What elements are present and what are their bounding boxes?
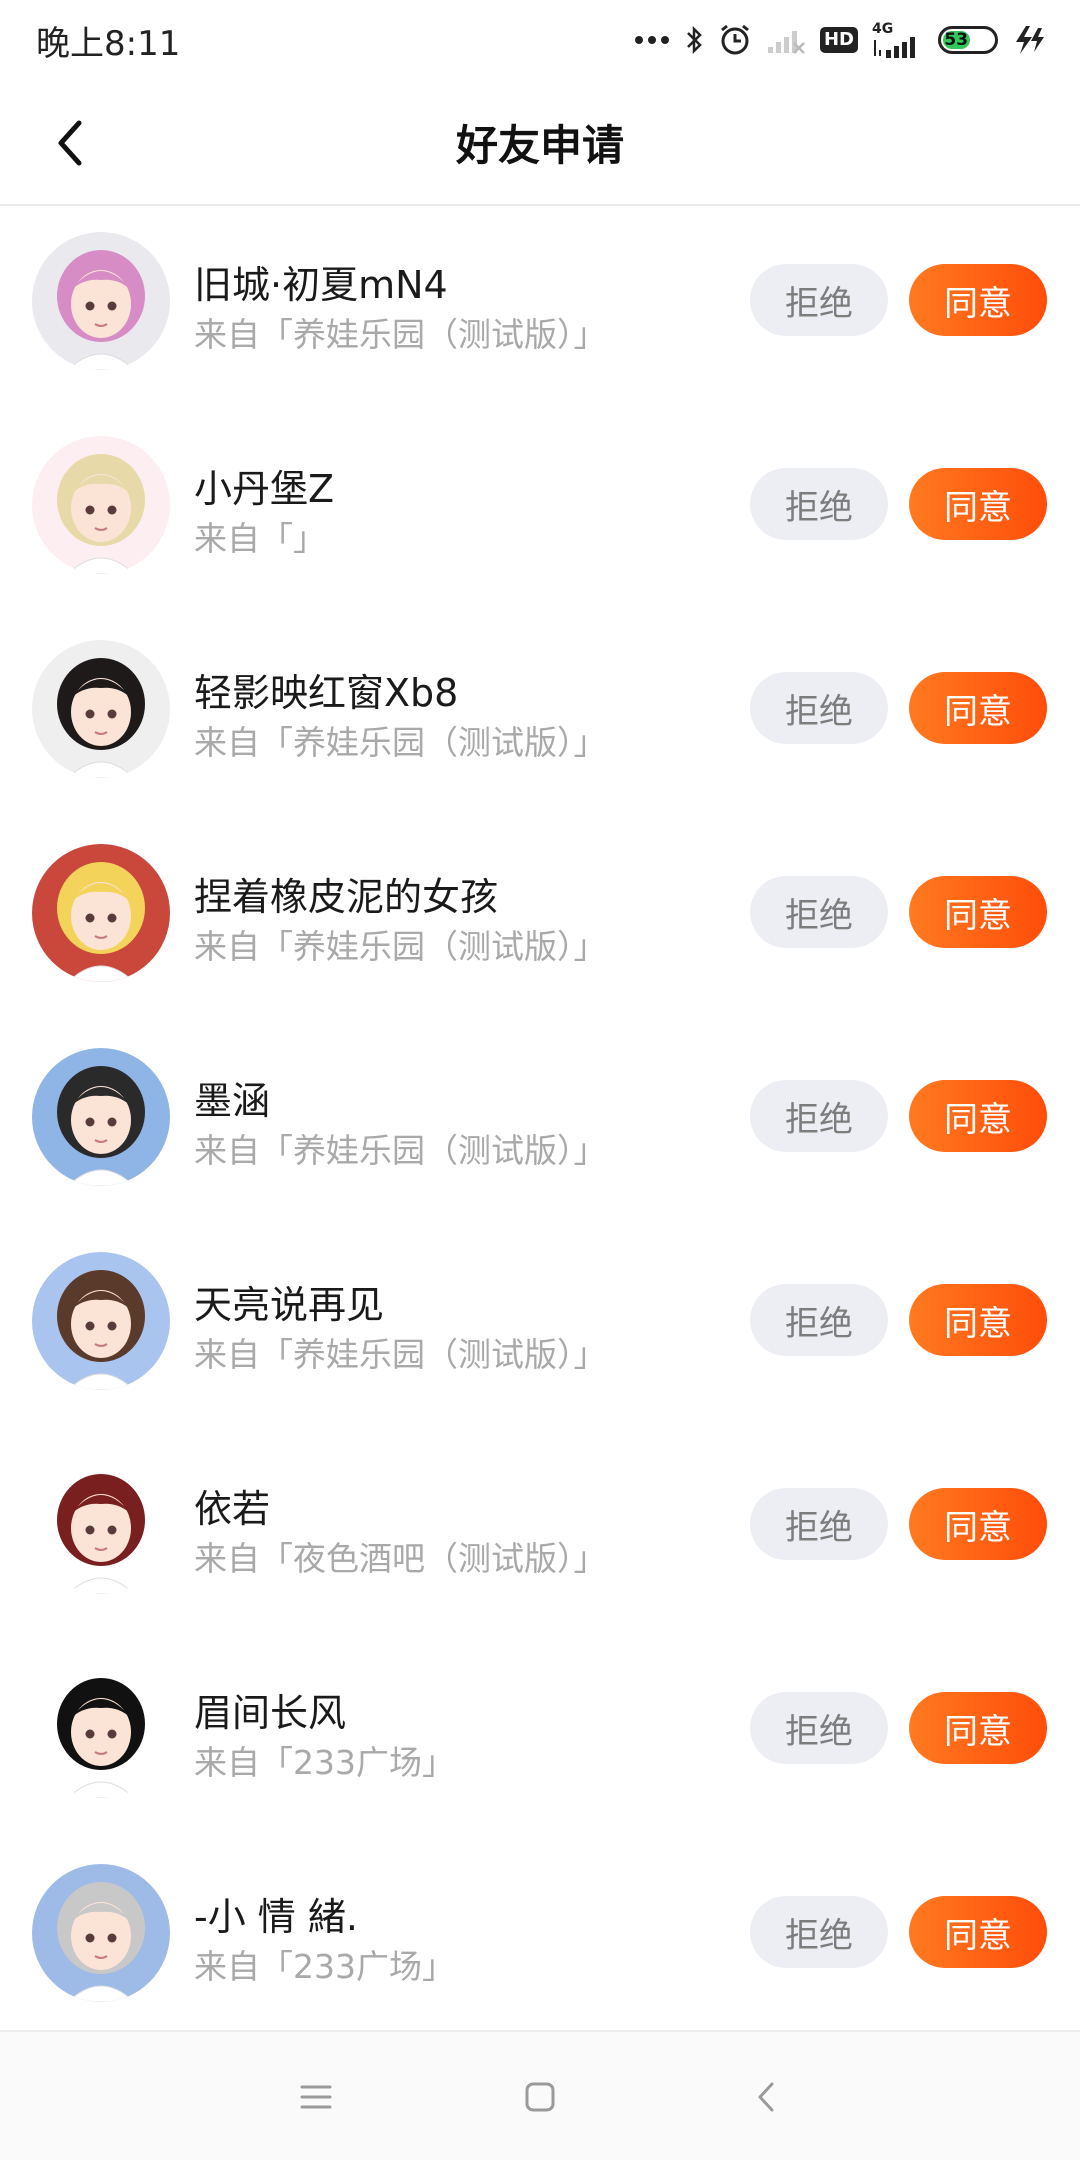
back-button[interactable]	[40, 110, 100, 176]
request-source: 来自「」	[194, 519, 326, 558]
requester-name: 小丹堡Z	[194, 467, 335, 511]
no-signal-icon	[766, 25, 806, 55]
system-back-button[interactable]	[736, 2067, 796, 2127]
accept-button[interactable]: 同意	[909, 468, 1047, 540]
charging-icon	[1012, 24, 1046, 56]
battery-icon: 53	[938, 26, 998, 54]
requester-name: -小 情 緒.	[194, 1895, 358, 1939]
accept-button[interactable]: 同意	[909, 1896, 1047, 1968]
accept-button[interactable]: 同意	[909, 1080, 1047, 1152]
requester-name: 眉间长风	[194, 1691, 347, 1735]
friend-request-row: 捏着橡皮泥的女孩 来自「养娃乐园（测试版）」 拒绝 同意	[0, 818, 1080, 1022]
avatar[interactable]	[32, 1864, 170, 2002]
reject-button[interactable]: 拒绝	[750, 264, 888, 336]
request-source: 来自「养娃乐园（测试版）」	[194, 1131, 607, 1170]
reject-button[interactable]: 拒绝	[750, 1080, 888, 1152]
4g-signal-icon: 4G	[872, 22, 924, 58]
avatar[interactable]	[32, 436, 170, 574]
back-chevron-icon	[58, 120, 82, 166]
recent-apps-button[interactable]	[286, 2067, 346, 2127]
friend-request-row: 墨涵 来自「养娃乐园（测试版）」 拒绝 同意	[0, 1022, 1080, 1226]
avatar[interactable]	[32, 1048, 170, 1186]
request-source: 来自「233广场」	[194, 1947, 455, 1986]
nav-back-icon	[758, 2082, 774, 2112]
reject-button[interactable]: 拒绝	[750, 1488, 888, 1560]
friend-request-row: 天亮说再见 来自「养娃乐园（测试版）」 拒绝 同意	[0, 1226, 1080, 1430]
request-source: 来自「养娃乐园（测试版）」	[194, 927, 607, 966]
friend-request-row: 眉间长风 来自「233广场」 拒绝 同意	[0, 1634, 1080, 1838]
accept-button[interactable]: 同意	[909, 672, 1047, 744]
home-square-icon	[525, 2082, 555, 2112]
avatar[interactable]	[32, 232, 170, 370]
status-time: 晚上8:11	[36, 23, 181, 64]
network-type: 4G	[872, 21, 894, 37]
avatar[interactable]	[32, 1456, 170, 1594]
request-source: 来自「养娃乐园（测试版）」	[194, 315, 607, 354]
battery-level: 53	[943, 30, 970, 50]
reject-button[interactable]: 拒绝	[750, 1896, 888, 1968]
requester-name: 墨涵	[194, 1079, 271, 1123]
requester-name: 轻影映红窗Xb8	[194, 671, 459, 715]
menu-icon	[300, 2085, 332, 2109]
requester-name: 天亮说再见	[194, 1283, 385, 1327]
accept-button[interactable]: 同意	[909, 876, 1047, 948]
friend-request-row: 小丹堡Z 来自「」 拒绝 同意	[0, 410, 1080, 614]
avatar[interactable]	[32, 1660, 170, 1798]
requester-name: 旧城·初夏mN4	[194, 263, 448, 307]
home-button[interactable]	[510, 2067, 570, 2127]
friend-request-row: 依若 来自「夜色酒吧（测试版）」 拒绝 同意	[0, 1430, 1080, 1634]
friend-request-row: -小 情 緒. 来自「233广场」 拒绝 同意	[0, 1838, 1080, 2042]
friend-request-list: 旧城·初夏mN4 来自「养娃乐园（测试版）」 拒绝 同意 小丹堡Z 来自「」 拒…	[0, 206, 1080, 2042]
hd-icon: HD	[819, 27, 858, 53]
accept-button[interactable]: 同意	[909, 1488, 1047, 1560]
reject-button[interactable]: 拒绝	[750, 1284, 888, 1356]
friend-request-row: 轻影映红窗Xb8 来自「养娃乐园（测试版）」 拒绝 同意	[0, 614, 1080, 818]
reject-button[interactable]: 拒绝	[750, 468, 888, 540]
requester-name: 依若	[194, 1487, 271, 1531]
friend-request-row: 旧城·初夏mN4 来自「养娃乐园（测试版）」 拒绝 同意	[0, 206, 1080, 410]
accept-button[interactable]: 同意	[909, 1692, 1047, 1764]
request-source: 来自「养娃乐园（测试版）」	[194, 723, 607, 762]
reject-button[interactable]: 拒绝	[750, 672, 888, 744]
app-header: 好友申请	[0, 80, 1080, 206]
bluetooth-icon	[684, 24, 704, 56]
alarm-icon	[718, 23, 752, 57]
reject-button[interactable]: 拒绝	[750, 876, 888, 948]
request-source: 来自「夜色酒吧（测试版）」	[194, 1539, 607, 1578]
status-icons: HD 4G 53	[634, 22, 1046, 58]
accept-button[interactable]: 同意	[909, 264, 1047, 336]
request-source: 来自「233广场」	[194, 1743, 455, 1782]
avatar[interactable]	[32, 1252, 170, 1390]
reject-button[interactable]: 拒绝	[750, 1692, 888, 1764]
accept-button[interactable]: 同意	[909, 1284, 1047, 1356]
avatar[interactable]	[32, 844, 170, 982]
page-title: 好友申请	[455, 120, 624, 170]
requester-name: 捏着橡皮泥的女孩	[194, 875, 499, 919]
status-bar: 晚上8:11 HD 4G 53	[0, 0, 1080, 80]
system-nav-bar	[0, 2030, 1080, 2160]
avatar[interactable]	[32, 640, 170, 778]
request-source: 来自「养娃乐园（测试版）」	[194, 1335, 607, 1374]
more-dots-icon	[634, 35, 670, 45]
